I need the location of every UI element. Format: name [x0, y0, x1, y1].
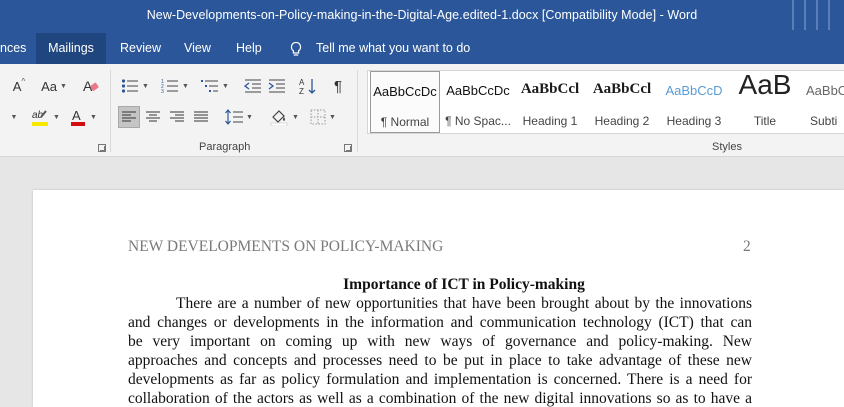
body-line: collaboration of the actors as well as a… — [128, 390, 752, 407]
highlight-button[interactable]: ab ▼ — [28, 106, 62, 128]
justify-button[interactable] — [190, 106, 212, 128]
decrease-indent-icon — [244, 79, 261, 93]
running-head: NEW DEVELOPMENTS ON POLICY-MAKING — [128, 238, 444, 255]
style-heading-2[interactable]: AaBbCcl Heading 2 — [586, 71, 658, 133]
align-center-button[interactable] — [142, 106, 164, 128]
style-no-spacing[interactable]: AaBbCcDc ¶ No Spac... — [442, 71, 514, 133]
shading-button[interactable]: ▼ — [266, 106, 302, 128]
numbering-button[interactable]: 1 2 3 ▼ — [158, 75, 192, 97]
paragraph-group-label: Paragraph — [199, 141, 251, 153]
change-case-label: Aa — [41, 78, 57, 94]
body-line: developments as far as policy formulatio… — [128, 371, 752, 388]
svg-text:A: A — [299, 78, 305, 87]
style-name: Heading 2 — [594, 114, 650, 128]
group-separator — [110, 70, 111, 152]
sort-icon: A Z — [299, 78, 316, 95]
bullets-button[interactable]: ▼ — [118, 75, 152, 97]
style-subtitle[interactable]: AaBbC Subti — [802, 71, 844, 133]
styles-gallery: AaBbCcDc ¶ Normal AaBbCcDc ¶ No Spac... … — [367, 70, 844, 134]
numbered-list-icon: 1 2 3 — [161, 79, 179, 94]
body-line: and changes or developments in the infor… — [128, 314, 752, 331]
section-heading: Importance of ICT in Policy-making — [343, 276, 585, 293]
paragraph-dialog-launcher[interactable] — [344, 144, 352, 152]
style-normal[interactable]: AaBbCcDc ¶ Normal — [370, 71, 440, 133]
title-bar: New-Developments-on-Policy-making-in-the… — [0, 0, 844, 33]
multilevel-list-button[interactable]: ▼ — [198, 75, 232, 97]
group-separator — [357, 70, 358, 152]
align-right-button[interactable] — [166, 106, 188, 128]
style-name: ¶ Normal — [380, 115, 430, 129]
style-sample: AaB — [738, 71, 792, 100]
pilcrow-icon: ¶ — [333, 77, 343, 95]
svg-text:A: A — [72, 108, 81, 123]
tab-mailings[interactable]: Mailings — [36, 33, 106, 64]
font-color-button[interactable]: A ▼ — [66, 106, 100, 128]
tab-references[interactable]: nces — [0, 33, 34, 64]
body-line: approaches and concepts and processes ne… — [128, 352, 752, 369]
style-sample: AaBbCcl — [520, 81, 580, 97]
align-right-icon — [170, 111, 184, 122]
align-center-icon — [146, 111, 160, 122]
body-line: There are a number of new opportunities … — [176, 295, 752, 312]
change-case-button[interactable]: Aa ▼ — [36, 75, 72, 97]
tab-view[interactable]: View — [184, 33, 211, 64]
eraser-icon: A — [83, 78, 99, 94]
multilevel-list-icon — [201, 80, 219, 92]
style-name: ¶ No Spac... — [445, 114, 511, 128]
body-line: be very important on coming up with new … — [128, 333, 752, 350]
style-sample: AaBbC — [806, 83, 844, 98]
tell-me-label: Tell me what you want to do — [316, 41, 471, 55]
clear-formatting-button[interactable]: A — [80, 75, 102, 97]
style-sample: AaBbCcDc — [373, 84, 437, 99]
font-dialog-launcher[interactable] — [98, 144, 106, 152]
justify-icon — [194, 111, 208, 122]
increase-indent-button[interactable] — [266, 75, 288, 97]
ribbon: A ^ Aa ▼ A ▼ ab ▼ A ▼ ▼ 1 2 3 ▼ ▼ A Z ¶ … — [0, 64, 844, 157]
grow-font-button[interactable]: A ^ — [8, 75, 30, 97]
font-color-icon: A — [71, 108, 86, 126]
lightbulb-icon — [290, 41, 302, 56]
highlighter-icon: ab — [32, 110, 49, 126]
sort-button[interactable]: A Z — [297, 75, 319, 97]
style-heading-3[interactable]: AaBbCcD Heading 3 — [658, 71, 730, 133]
page-number: 2 — [743, 238, 751, 255]
line-spacing-button[interactable]: ▼ — [222, 106, 256, 128]
window-title: New-Developments-on-Policy-making-in-the… — [146, 8, 698, 22]
line-spacing-icon — [225, 109, 244, 125]
style-name: Subti — [810, 114, 838, 128]
bullet-list-icon — [121, 79, 139, 93]
style-name: Heading 3 — [666, 114, 722, 128]
style-name: Heading 1 — [522, 114, 578, 128]
tab-help[interactable]: Help — [236, 33, 262, 64]
increase-indent-icon — [268, 79, 285, 93]
ribbon-tabs: nces Mailings Review View Help Tell me w… — [0, 33, 844, 64]
title-bar-decoration — [788, 0, 844, 33]
styles-group-label: Styles — [712, 141, 742, 153]
grow-font-label: A — [12, 78, 22, 94]
style-heading-1[interactable]: AaBbCcl Heading 1 — [514, 71, 586, 133]
svg-text:3: 3 — [161, 89, 164, 94]
style-sample: AaBbCcDc — [446, 83, 510, 98]
decrease-indent-button[interactable] — [242, 75, 264, 97]
style-sample: AaBbCcl — [592, 81, 652, 97]
borders-button[interactable]: ▼ — [306, 106, 340, 128]
style-title[interactable]: AaB Title — [730, 71, 800, 133]
borders-icon — [310, 109, 326, 125]
show-formatting-button[interactable]: ¶ — [327, 75, 349, 97]
style-sample: AaBbCcD — [665, 83, 723, 98]
style-name: Title — [753, 114, 777, 128]
align-left-button[interactable] — [118, 106, 140, 128]
text-effects-button[interactable]: ▼ — [4, 106, 24, 128]
paint-bucket-icon — [270, 110, 288, 126]
document-page[interactable]: NEW DEVELOPMENTS ON POLICY-MAKING 2 Impo… — [33, 190, 844, 407]
svg-text:Z: Z — [299, 87, 304, 95]
align-left-icon — [122, 111, 136, 122]
tab-review[interactable]: Review — [120, 33, 161, 64]
